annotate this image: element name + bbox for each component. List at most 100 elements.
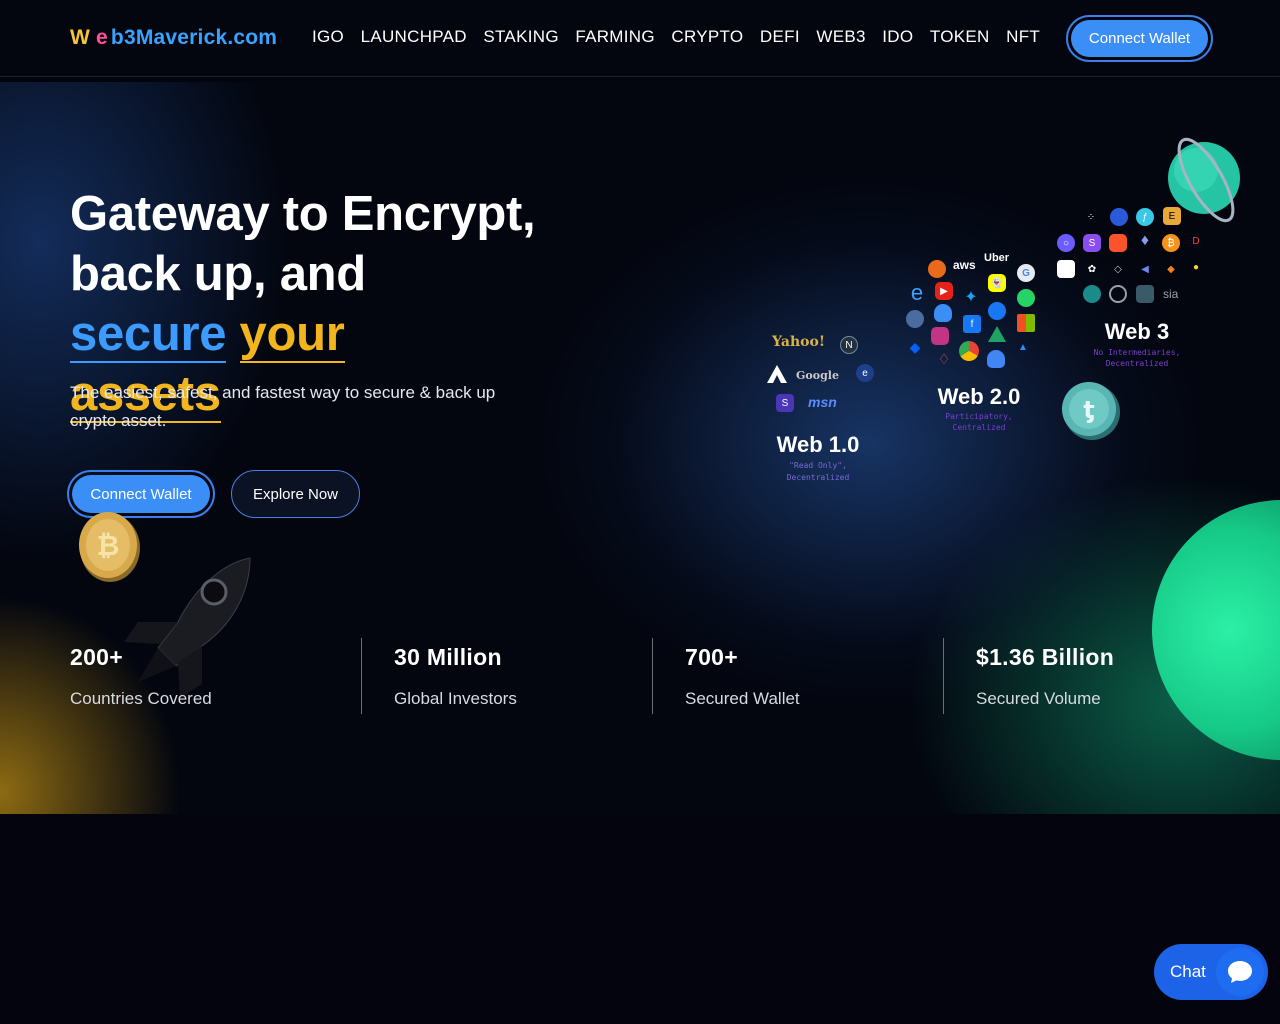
chrome-old-icon	[906, 310, 924, 328]
logo-text: b3Maverick.com	[110, 26, 278, 49]
nav-igo[interactable]: IGO	[312, 27, 344, 47]
ie-old-icon: e	[856, 364, 874, 382]
twitter-icon: ✦	[964, 289, 978, 306]
hero-title-line2: back up, and	[70, 247, 366, 301]
firefox-icon	[928, 260, 946, 278]
logo-e: e	[96, 26, 108, 49]
nav-staking[interactable]: STAKING	[483, 27, 558, 47]
ethereum-icon: ♦	[1140, 232, 1150, 249]
chat-bubble-icon	[1216, 948, 1264, 996]
netscape-icon: N	[840, 336, 858, 354]
logo-w: W	[70, 26, 91, 49]
stat-investors-label: Global Investors	[394, 689, 517, 708]
green-planet-icon	[1152, 500, 1280, 760]
stat-investors: 30 Million Global Investors	[394, 638, 517, 714]
nav-token[interactable]: TOKEN	[930, 27, 990, 47]
facebook-icon: f	[963, 315, 981, 333]
nav-web3[interactable]: WEB3	[816, 27, 865, 47]
nav-defi[interactable]: DEFI	[760, 27, 800, 47]
stat-countries: 200+ Countries Covered	[70, 638, 212, 714]
orchid-icon: ○	[1057, 234, 1075, 252]
messenger-icon	[988, 302, 1006, 320]
chat-widget-button[interactable]: Chat	[1154, 944, 1268, 1000]
altavista-icon	[767, 365, 787, 383]
sia-logo: sia	[1163, 287, 1179, 301]
brave-icon	[1109, 234, 1127, 252]
circle-icon	[1109, 285, 1127, 303]
nav-farming[interactable]: FARMING	[575, 27, 655, 47]
stat-divider	[361, 638, 362, 714]
dapp-icon: D	[1192, 235, 1200, 247]
hero-title-your: your	[239, 307, 345, 363]
aws-logo: aws	[953, 258, 976, 272]
stat-volume-label: Secured Volume	[976, 689, 1101, 708]
hero-section: Gateway to Encrypt, back up, and secure …	[0, 82, 1280, 814]
web3-note-1: No Intermediaries,	[1093, 348, 1181, 357]
nav-crypto[interactable]: CRYPTO	[671, 27, 743, 47]
airbnb-icon: ♢	[937, 350, 951, 367]
token-coin-icon: ƫ	[1062, 382, 1120, 440]
stat-divider	[943, 638, 944, 714]
metamask-icon: ◆	[1167, 263, 1175, 275]
nav-nft[interactable]: NFT	[1006, 27, 1040, 47]
threefold-icon	[1083, 285, 1101, 303]
polkadot-icon: ⁘	[1086, 211, 1096, 223]
ghost-icon	[1057, 260, 1075, 278]
web2-note-1: Participatory,	[945, 412, 1013, 421]
stat-wallets-value: 700+	[685, 644, 739, 670]
google-icon: G	[1017, 264, 1035, 282]
microsoft-icon	[1017, 314, 1035, 332]
stat-volume: $1.36 Billion Secured Volume	[976, 638, 1114, 714]
hero-title-line1: Gateway to Encrypt,	[70, 187, 536, 241]
planet-icon	[1168, 137, 1240, 223]
chat-label: Chat	[1170, 962, 1206, 981]
azure-icon: ▲	[1018, 341, 1028, 353]
stat-divider	[652, 638, 653, 714]
stat-wallets-label: Secured Wallet	[685, 689, 800, 708]
web3-note-2: Decentralized	[1105, 359, 1169, 368]
filecoin-icon: ƒ	[1136, 208, 1154, 226]
stats-row: 200+ Countries Covered 30 Million Global…	[0, 638, 1280, 714]
nav-launchpad[interactable]: LAUNCHPAD	[361, 27, 467, 47]
skype-old-icon: S	[776, 394, 794, 412]
dots-icon: ✿	[1087, 263, 1097, 275]
nav-ido[interactable]: IDO	[882, 27, 913, 47]
solana-icon: S	[1083, 234, 1101, 252]
cloud-icon	[934, 304, 952, 322]
gcloud-icon	[987, 350, 1005, 368]
stat-volume-value: $1.36 Billion	[976, 644, 1115, 670]
bitcoin-icon: ₿	[1162, 234, 1180, 252]
stat-countries-label: Countries Covered	[70, 689, 212, 708]
site-header: We b3Maverick.com IGO LAUNCHPAD STAKING F…	[0, 0, 1280, 77]
snapchat-icon: 👻	[988, 274, 1006, 292]
web2-title: Web 2.0	[937, 384, 1021, 409]
svg-text:ƫ: ƫ	[1083, 396, 1094, 424]
web1-title: Web 1.0	[776, 432, 860, 457]
stat-countries-value: 200+	[70, 644, 124, 670]
bulb-icon: ●	[1192, 261, 1200, 273]
web1-note-2: Decentralized	[786, 473, 850, 482]
tenderly-icon: ◀	[1141, 263, 1149, 275]
ipfs-icon	[1136, 285, 1154, 303]
whatsapp-icon	[1017, 289, 1035, 307]
stat-investors-value: 30 Million	[394, 644, 502, 670]
hero-subtitle: The easiest, safest, and fastest way to …	[70, 383, 496, 430]
chainlink-icon	[1110, 208, 1128, 226]
hero-title-secure: secure	[70, 307, 227, 363]
ie-icon: e	[910, 280, 924, 305]
web2-note-2: Centralized	[952, 423, 1006, 432]
hero-connect-wallet-label: Connect Wallet	[72, 475, 210, 513]
youtube-icon: ▶	[935, 282, 953, 300]
dropbox-icon: ◆	[909, 338, 921, 355]
chrome-icon	[959, 341, 979, 361]
explore-now-button[interactable]: Explore Now	[231, 470, 360, 518]
instagram-icon	[931, 327, 949, 345]
header-connect-wallet-label: Connect Wallet	[1071, 20, 1208, 57]
svg-text:₿: ₿	[97, 529, 120, 562]
header-connect-wallet-button[interactable]: Connect Wallet	[1066, 15, 1213, 62]
site-logo[interactable]: We b3Maverick.com	[70, 26, 277, 50]
ethereum-classic-icon: ◇	[1114, 263, 1122, 275]
msn-logo: msn	[808, 394, 837, 410]
web3-title: Web 3	[1104, 319, 1170, 344]
stat-wallets: 700+ Secured Wallet	[685, 638, 800, 714]
